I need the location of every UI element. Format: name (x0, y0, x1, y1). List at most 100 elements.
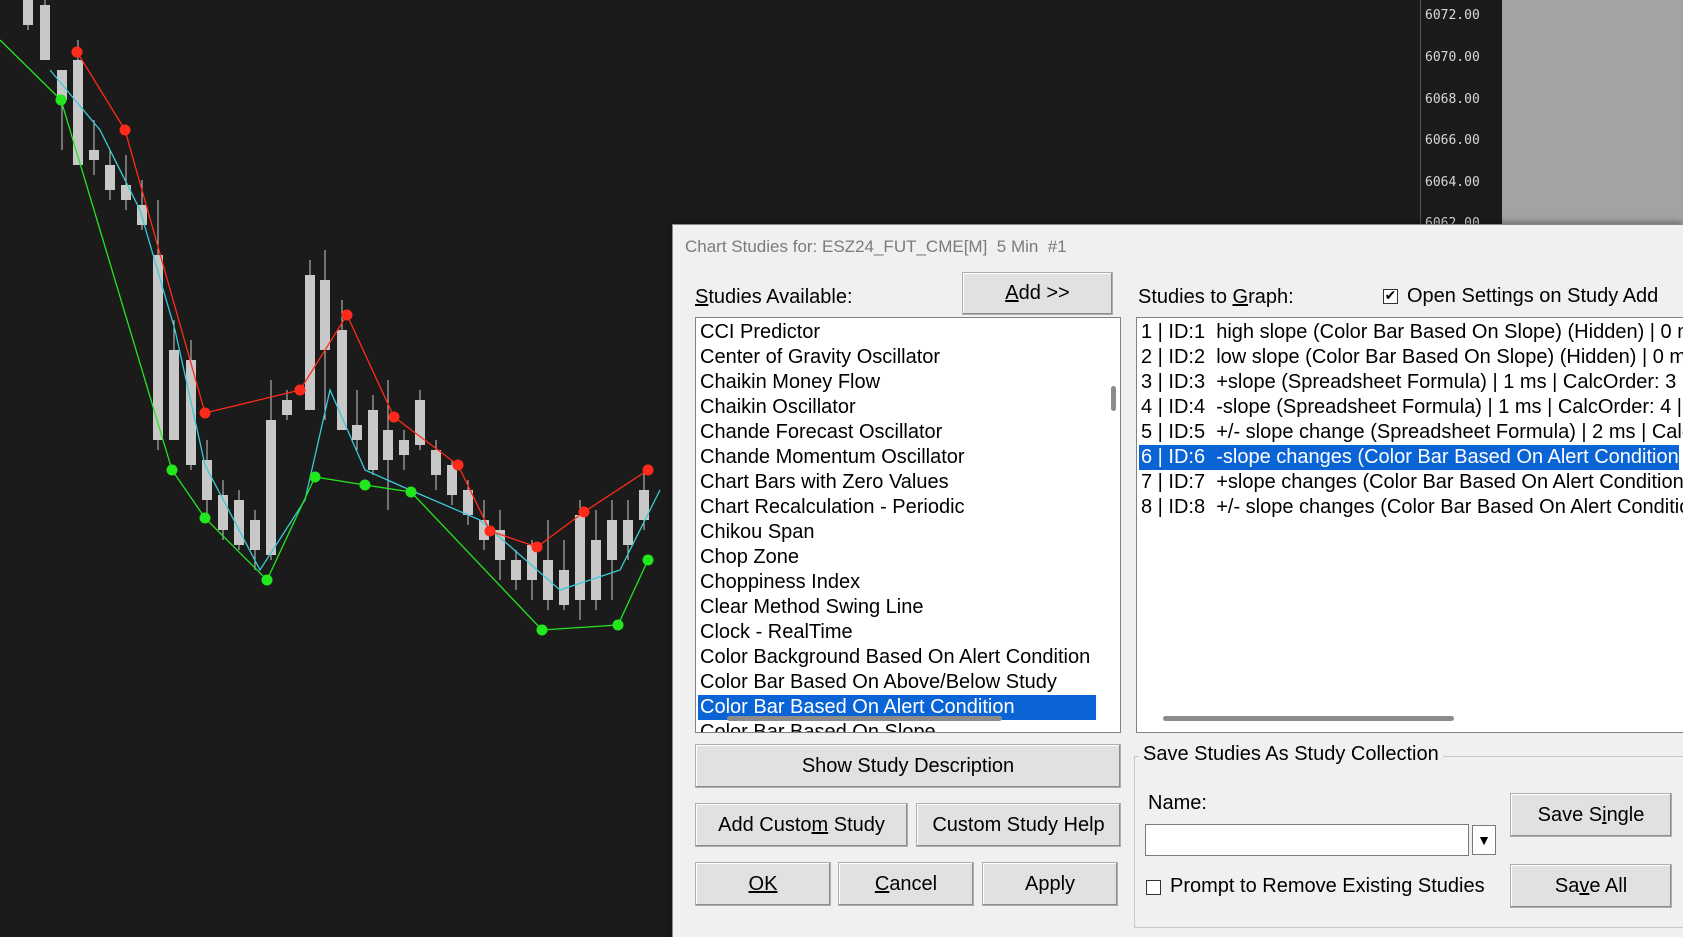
save-all-button[interactable]: Save All (1510, 864, 1672, 908)
candle-body (431, 450, 441, 475)
green-swing-dot (612, 619, 624, 631)
save-single-button[interactable]: Save Single (1510, 793, 1672, 837)
green-swing-dot (359, 479, 371, 491)
candle-body (623, 520, 633, 545)
add-study-button[interactable]: Add >> (962, 272, 1113, 315)
available-study-item[interactable]: Center of Gravity Oscillator (698, 345, 1096, 370)
candle-body (105, 165, 115, 190)
candle-body (607, 520, 617, 560)
graph-study-item[interactable]: 8 | ID:8 +/- slope changes (Color Bar Ba… (1139, 495, 1683, 520)
studies-to-graph-list[interactable]: 1 | ID:1 high slope (Color Bar Based On … (1136, 317, 1683, 733)
graph-study-item[interactable]: 7 | ID:7 +slope changes (Color Bar Based… (1139, 470, 1683, 495)
name-label: Name: (1148, 792, 1207, 814)
available-study-item[interactable]: Chaikin Oscillator (698, 395, 1096, 420)
available-study-item[interactable]: Chikou Span (698, 520, 1096, 545)
show-study-description-button[interactable]: Show Study Description (695, 744, 1121, 788)
available-study-item[interactable]: Chart Recalculation - Periodic (698, 495, 1096, 520)
candle-body (23, 0, 33, 25)
candle-body (250, 520, 260, 550)
red-swing-dot (531, 541, 543, 553)
graph-study-item[interactable]: 4 | ID:4 -slope (Spreadsheet Formula) | … (1139, 395, 1682, 420)
red-swing-dot (452, 459, 464, 471)
graph-study-item[interactable]: 2 | ID:2 low slope (Color Bar Based On S… (1139, 345, 1683, 370)
candle-body (305, 275, 315, 410)
graph-study-item[interactable]: 6 | ID:6 -slope changes (Color Bar Based… (1139, 445, 1683, 470)
red-swing-dot (71, 46, 83, 58)
cyan-line (49, 69, 661, 591)
green-swing-dot (405, 486, 417, 498)
available-study-item[interactable]: Chande Momentum Oscillator (698, 445, 1096, 470)
green-swing-dot (55, 94, 67, 106)
dialog-title: Chart Studies for: ESZ24_FUT_CME[M] 5 Mi… (685, 237, 1067, 256)
available-study-item[interactable]: Clear Method Swing Line (698, 595, 1096, 620)
chart-studies-dialog: Chart Studies for: ESZ24_FUT_CME[M] 5 Mi… (672, 224, 1683, 937)
price-axis-label: 6064.00 (1425, 175, 1480, 190)
available-list-vscroll[interactable] (1111, 386, 1116, 411)
prompt-remove-checkbox[interactable] (1146, 880, 1161, 895)
available-study-item[interactable]: CCI Predictor (698, 320, 1096, 345)
candle-body (121, 185, 131, 200)
candle-body (89, 150, 99, 160)
available-study-item[interactable]: Choppiness Index (698, 570, 1096, 595)
graph-list-hscroll[interactable] (1163, 716, 1454, 721)
studies-to-graph-label: Studies to Graph: (1138, 286, 1294, 308)
candle-body (575, 515, 585, 600)
candle-body (511, 560, 521, 580)
price-axis-label: 6072.00 (1425, 8, 1480, 23)
red-swing-dot (199, 407, 211, 419)
candle-body (40, 5, 50, 60)
add-custom-study-button[interactable]: Add Custom Study (695, 803, 908, 847)
dialog-titlebar[interactable]: Chart Studies for: ESZ24_FUT_CME[M] 5 Mi… (673, 225, 1683, 267)
green-swing-dot (199, 512, 211, 524)
chevron-down-icon[interactable]: ▼ (1472, 825, 1496, 855)
candle-body (399, 440, 409, 455)
save-collection-group-title: Save Studies As Study Collection (1139, 743, 1443, 766)
red-swing-dot (578, 506, 590, 518)
candle-body (282, 400, 292, 415)
prompt-remove-label: Prompt to Remove Existing Studies (1170, 875, 1485, 897)
available-list-hscroll[interactable] (727, 716, 1002, 721)
cancel-button[interactable]: Cancel (838, 862, 974, 906)
green-swing-dot (166, 464, 178, 476)
graph-study-item[interactable]: 5 | ID:5 +/- slope change (Spreadsheet F… (1139, 420, 1683, 445)
open-settings-checkbox[interactable]: ✔ (1383, 289, 1398, 304)
red-swing-dot (484, 525, 496, 537)
available-study-item[interactable]: Chart Bars with Zero Values (698, 470, 1096, 495)
red-swing-dot (119, 124, 131, 136)
ok-button[interactable]: OK (695, 862, 831, 906)
available-study-item[interactable]: Color Background Based On Alert Conditio… (698, 645, 1096, 670)
available-study-item[interactable]: Chande Forecast Oscillator (698, 420, 1096, 445)
red-swing-dot (388, 411, 400, 423)
studies-available-list[interactable]: CCI Predictor Center of Gravity Oscillato… (695, 317, 1121, 733)
green-swing-dot (642, 554, 654, 566)
price-axis-label: 6066.00 (1425, 133, 1480, 148)
graph-study-item[interactable]: 3 | ID:3 +slope (Spreadsheet Formula) | … (1139, 370, 1679, 395)
graph-study-item[interactable]: 1 | ID:1 high slope (Color Bar Based On … (1139, 320, 1683, 345)
candle-body (591, 540, 601, 600)
red-swing-dot (341, 309, 353, 321)
candle-body (266, 420, 276, 555)
apply-button[interactable]: Apply (982, 862, 1118, 906)
red-swing-dot (642, 464, 654, 476)
candle-body (337, 330, 347, 430)
price-axis-label: 6068.00 (1425, 92, 1480, 107)
available-study-item[interactable]: Chop Zone (698, 545, 1096, 570)
green-swing-dot (261, 574, 273, 586)
candle-body (202, 460, 212, 500)
custom-study-help-button[interactable]: Custom Study Help (916, 803, 1121, 847)
candle-body (415, 400, 425, 445)
available-study-item[interactable]: Clock - RealTime (698, 620, 1096, 645)
candle-body (73, 60, 83, 165)
open-settings-label: Open Settings on Study Add (1407, 285, 1659, 307)
green-swing-dot (309, 471, 321, 483)
available-study-item[interactable]: Color Bar Based On Slope (698, 720, 1096, 732)
candle-body (169, 350, 179, 440)
green-swing-dot (536, 624, 548, 636)
studies-available-label: Studies Available: (695, 286, 853, 308)
candle-body (368, 410, 378, 470)
price-axis-label: 6070.00 (1425, 50, 1480, 65)
collection-name-input[interactable] (1145, 824, 1469, 856)
available-study-item[interactable]: Color Bar Based On Above/Below Study (698, 670, 1096, 695)
candle-body (320, 280, 330, 350)
available-study-item[interactable]: Chaikin Money Flow (698, 370, 1096, 395)
